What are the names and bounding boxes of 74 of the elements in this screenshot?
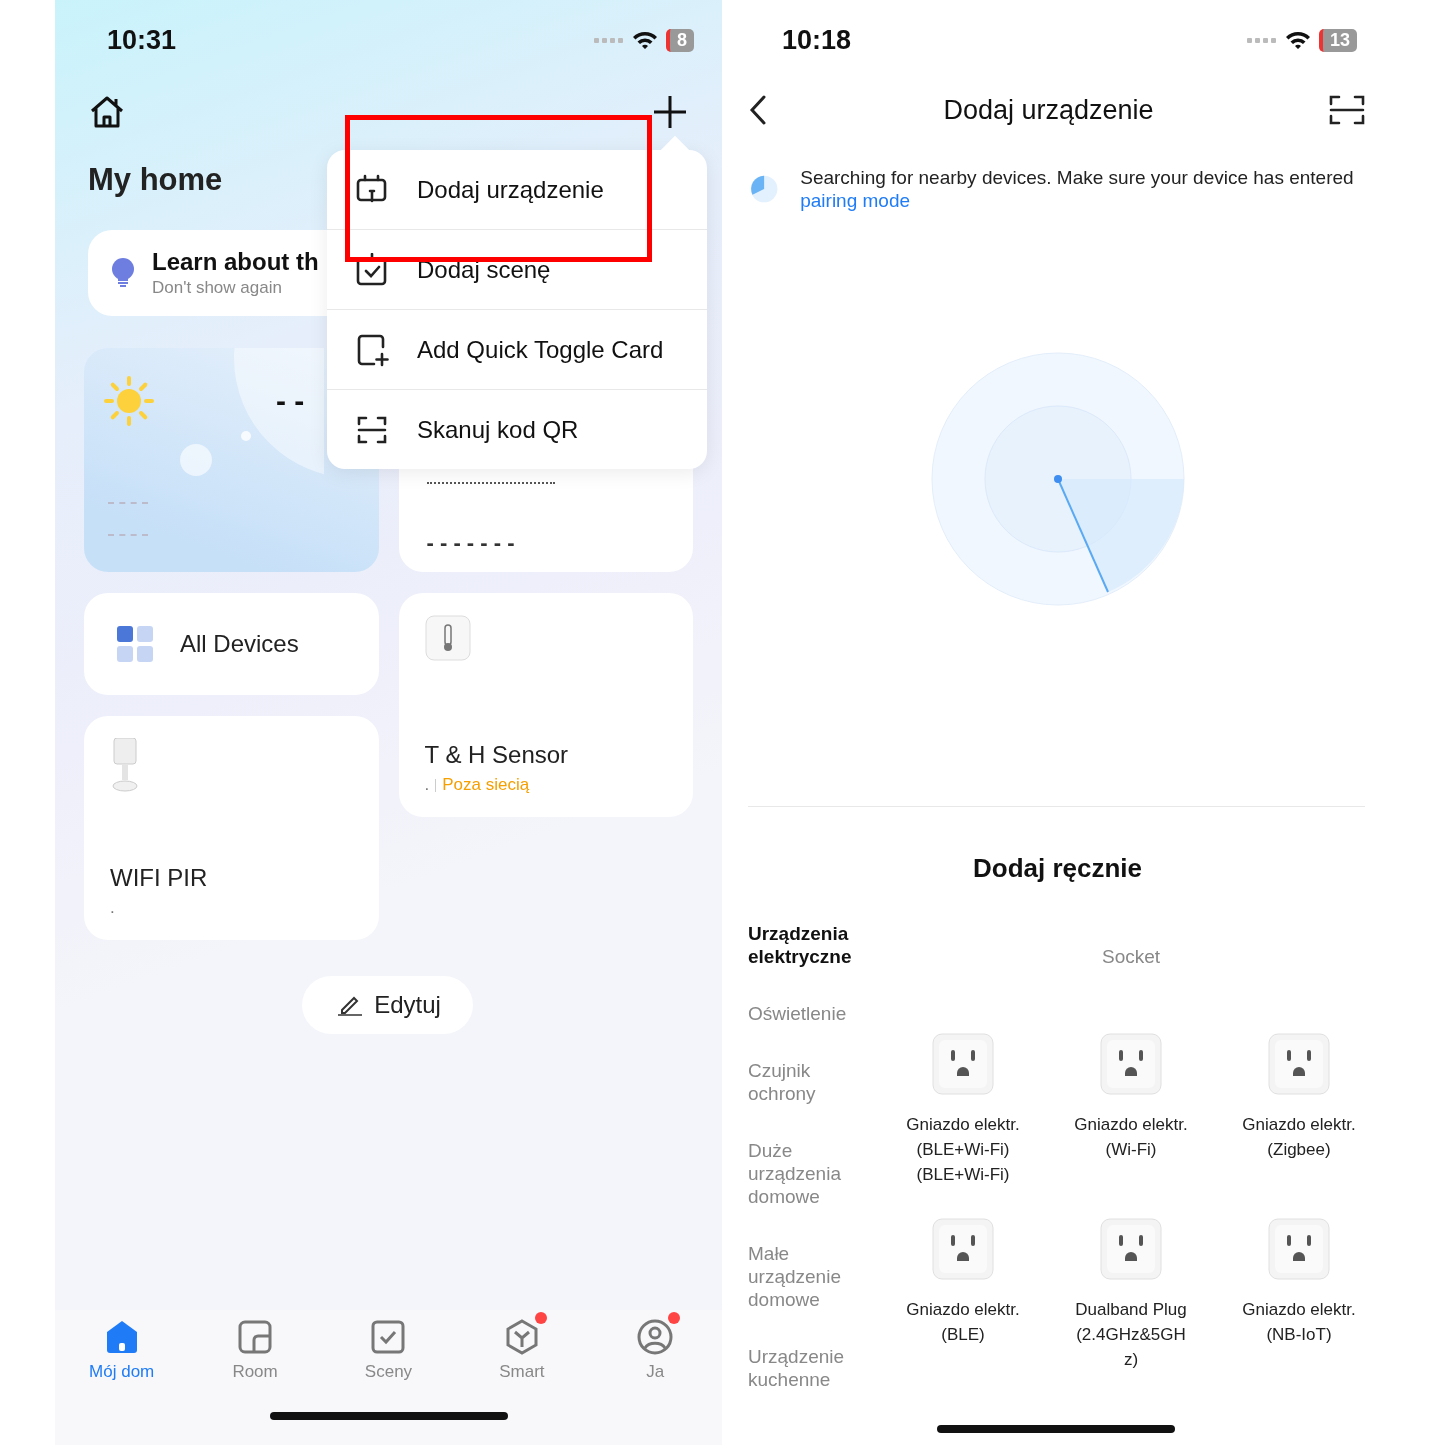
product-name: Gniazdo elektr. (Wi-Fi) (1074, 1114, 1188, 1161)
socket-icon (1267, 1217, 1331, 1281)
sun-icon (102, 374, 156, 428)
wifi-icon (1284, 30, 1311, 50)
battery-icon: 13 (1318, 28, 1357, 52)
product-item[interactable]: Dualband Plug (2.4GHz&5GHz) (1047, 1217, 1215, 1372)
thermometer-icon (424, 615, 471, 661)
product-item[interactable]: Gniazdo elektr. (BLE) (879, 1217, 1047, 1372)
device-name: T & H Sensor (424, 741, 570, 769)
socket-icon (931, 1217, 995, 1281)
menu-item[interactable]: Dodaj scenę (327, 229, 707, 309)
pairing-mode-link[interactable]: pairing mode (800, 190, 911, 211)
grid-icon (116, 625, 154, 663)
tip-title: Learn about th (152, 248, 319, 276)
tab[interactable]: Mój dom (66, 1310, 177, 1410)
socket-icon (1267, 1032, 1331, 1096)
checkbox-icon (369, 1318, 408, 1356)
socket-icon (1099, 1032, 1163, 1096)
category-item[interactable]: Duże urządzenia domowe (748, 1139, 856, 1208)
device-card[interactable]: WIFI PIR . (84, 716, 379, 940)
product-item[interactable]: Gniazdo elektr. (NB-IoT) (1215, 1217, 1383, 1372)
menu-item[interactable]: Skanuj kod QR (327, 389, 707, 469)
category-item[interactable]: Oświetlenie (748, 1002, 856, 1025)
status-time: 10:31 (107, 24, 177, 56)
placeholder-line (108, 534, 148, 536)
product-item[interactable]: Gniazdo elektr. (BLE+Wi-Fi) (BLE+Wi-Fi) (879, 1032, 1047, 1187)
product-name: Gniazdo elektr. (NB-IoT) (1242, 1299, 1356, 1346)
product-item[interactable]: Gniazdo elektr. (Wi-Fi) (1047, 1032, 1215, 1187)
section-title: Dodaj ręcznie (971, 852, 1144, 884)
back-icon[interactable] (748, 94, 768, 126)
device-name: WIFI PIR (110, 864, 209, 892)
device-status: Poza siecią (442, 775, 530, 795)
scan-icon[interactable] (1329, 94, 1365, 126)
product-name: Gniazdo elektr. (Zigbee) (1242, 1114, 1356, 1161)
menu-item[interactable]: Add Quick Toggle Card (327, 309, 707, 389)
home-title: My home (88, 162, 223, 198)
wifi-icon (632, 30, 658, 50)
socket-icon (931, 1032, 995, 1096)
product-item[interactable]: Gniazdo elektr. (Zigbee) (1215, 1032, 1383, 1187)
socket-icon (1099, 1217, 1163, 1281)
motion-sensor-icon (110, 738, 140, 794)
room-label: . (424, 775, 430, 795)
summary-value: - - - - - - - (426, 530, 515, 556)
status-time: 10:18 (782, 24, 852, 56)
product-name: Dualband Plug (2.4GHz&5GHz) (1074, 1299, 1188, 1371)
placeholder-line (108, 502, 148, 504)
room-label: . (110, 898, 115, 918)
add-icon[interactable] (652, 94, 688, 130)
menu-item[interactable]: Dodaj urządzenie (327, 150, 707, 229)
device-card[interactable]: T & H Sensor . Poza siecią (398, 593, 693, 817)
add-card-icon (355, 332, 389, 367)
room-icon (236, 1318, 275, 1356)
category-item[interactable]: Małe urządzenie domowe (748, 1242, 856, 1311)
page-title: Dodaj urządzenie (943, 94, 1154, 126)
product-name: Gniazdo elektr. (BLE) (906, 1299, 1020, 1346)
temperature-value: - - (276, 384, 305, 418)
profile-icon (636, 1318, 675, 1356)
dismiss-link[interactable]: Don't show again (152, 278, 319, 298)
device-name: All Devices (180, 630, 299, 658)
group-title: Socket (1100, 945, 1162, 968)
signal-icon (594, 36, 624, 44)
signal-icon (1246, 36, 1277, 44)
battery-icon: 8 (666, 28, 694, 52)
checkbox-icon (355, 252, 389, 287)
category-item[interactable]: Czujnik ochrony (748, 1059, 856, 1105)
product-name: Gniazdo elektr. (BLE+Wi-Fi) (BLE+Wi-Fi) (906, 1114, 1020, 1186)
category-item[interactable]: Urządzenie kuchenne (748, 1345, 856, 1391)
all-devices-card[interactable]: All Devices (84, 593, 379, 695)
category-item[interactable]: Urządzenia elektryczne (748, 922, 856, 968)
search-message: Searching for nearby devices. Make sure your device has entered pairing mode (800, 166, 1355, 212)
pencil-icon (338, 994, 363, 1016)
weather-card[interactable]: - - (84, 348, 379, 572)
lightbulb-icon (110, 257, 136, 289)
edit-button[interactable]: Edytuj (302, 976, 473, 1034)
